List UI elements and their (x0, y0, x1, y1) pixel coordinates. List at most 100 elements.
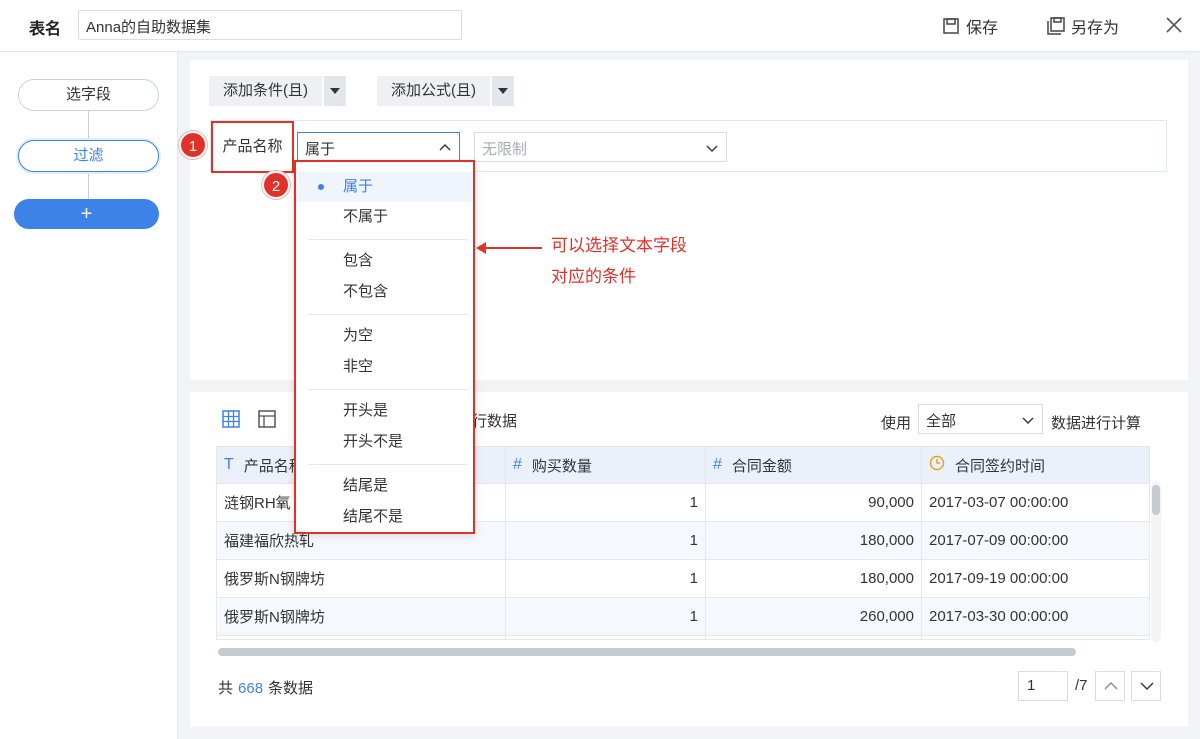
save-icon (942, 17, 960, 35)
total-count-value: 668 (238, 680, 264, 697)
save-as-button[interactable]: 另存为 (1047, 14, 1119, 38)
table-name-input[interactable]: Anna的自助数据集 (78, 10, 462, 40)
operator-select[interactable]: 属于 (297, 132, 460, 162)
table-cell: 俄罗斯N钢牌坊 (217, 598, 506, 635)
option-not-empty[interactable]: 非空 (296, 352, 473, 382)
table-cell (217, 636, 506, 639)
layout-view-icon[interactable] (258, 410, 276, 428)
option-not-belongs[interactable]: 不属于 (296, 202, 473, 232)
option-belongs[interactable]: 属于 (296, 172, 473, 202)
divider (308, 314, 468, 315)
value-select[interactable]: 无限制 (474, 132, 727, 162)
chevron-down-icon (1022, 413, 1034, 425)
text-type-icon: T (224, 456, 234, 473)
save-as-icon (1047, 17, 1065, 35)
annotation-badge-1: 1 (179, 131, 207, 159)
option-ends-with[interactable]: 结尾是 (296, 471, 473, 501)
chevron-down-icon (706, 141, 718, 153)
top-bar: 表名 Anna的自助数据集 保存 另存为 (0, 0, 1200, 52)
condition-field-name: 产品名称 (211, 121, 294, 173)
rows-text: 行数据 (472, 413, 518, 430)
table-row (217, 635, 1149, 639)
option-not-contains[interactable]: 不包含 (296, 277, 473, 307)
step-filter[interactable]: 过滤 (18, 140, 159, 172)
chevron-up-icon (1104, 682, 1118, 690)
step-select-fields[interactable]: 选字段 (18, 79, 159, 111)
save-button[interactable]: 保存 (942, 14, 998, 38)
save-label: 保存 (966, 20, 999, 37)
calc-label: 数据进行计算 (1051, 415, 1142, 432)
steps-sidebar: 选字段 过滤 + (0, 52, 178, 739)
table-cell: 90,000 (706, 484, 922, 521)
table-row: 俄罗斯N钢牌坊 1 180,000 2017-09-19 00:00:00 (217, 559, 1149, 597)
add-step-button[interactable]: + (14, 199, 159, 229)
add-condition-group: 添加条件(且) (209, 76, 346, 106)
use-select[interactable]: 全部 (918, 404, 1043, 434)
column-header-label: 合同金额 (731, 457, 792, 475)
table-cell: 2017-03-30 00:00:00 (929, 608, 1069, 625)
table-cell: 1 (506, 522, 706, 559)
clock-icon (929, 455, 945, 476)
scrollbar-thumb[interactable] (1152, 485, 1160, 515)
table-cell: 180,000 (706, 560, 922, 597)
page-up-button[interactable] (1095, 671, 1125, 701)
table-cell (506, 636, 706, 639)
total-prefix: 共 (218, 680, 234, 697)
column-header[interactable]: # 合同金额 (706, 447, 922, 483)
table-cell: 1 (506, 484, 706, 521)
use-label: 使用 (881, 415, 912, 432)
annotation-line-1: 可以选择文本字段 (551, 236, 687, 255)
table-cell: 2017-03-07 00:00:00 (929, 494, 1069, 511)
operator-value: 属于 (305, 141, 336, 158)
chevron-up-icon (439, 141, 451, 153)
column-header[interactable]: 合同签约时间 (922, 447, 1149, 483)
table-cell: 1 (506, 560, 706, 597)
option-contains[interactable]: 包含 (296, 246, 473, 276)
divider (308, 464, 468, 465)
number-type-icon: # (513, 456, 522, 473)
add-condition-button[interactable]: 添加条件(且) (209, 76, 322, 106)
total-count: 共 668 条数据 (218, 677, 313, 698)
option-empty[interactable]: 为空 (296, 321, 473, 351)
table-cell: 260,000 (706, 598, 922, 635)
annotation-text: 可以选择文本字段 对应的条件 (551, 230, 687, 292)
annotation-arrow (482, 247, 542, 249)
table-name-label: 表名 (29, 21, 62, 38)
option-not-starts-with[interactable]: 开头不是 (296, 427, 473, 457)
total-suffix: 条数据 (268, 680, 314, 697)
value-placeholder: 无限制 (482, 141, 528, 158)
table-cell (706, 636, 922, 639)
annotation-badge-2: 2 (262, 171, 290, 199)
divider (308, 389, 468, 390)
table-cell: 1 (506, 598, 706, 635)
page-number-input[interactable]: 1 (1018, 671, 1068, 701)
add-formula-caret-icon[interactable] (492, 76, 514, 106)
column-header-label: 购买数量 (531, 457, 592, 475)
annotation-line-2: 对应的条件 (551, 267, 636, 286)
option-not-ends-with[interactable]: 结尾不是 (296, 502, 473, 532)
column-header[interactable]: # 购买数量 (506, 447, 706, 483)
step-connector (88, 110, 89, 140)
vertical-scrollbar[interactable] (1151, 482, 1161, 642)
option-starts-with[interactable]: 开头是 (296, 396, 473, 426)
table-cell: 2017-07-09 00:00:00 (929, 532, 1069, 549)
use-select-value: 全部 (926, 413, 957, 430)
save-as-label: 另存为 (1071, 20, 1120, 37)
close-icon[interactable] (1163, 14, 1185, 36)
add-condition-caret-icon[interactable] (324, 76, 346, 106)
table-row: 俄罗斯N钢牌坊 1 260,000 2017-03-30 00:00:00 (217, 597, 1149, 635)
divider (308, 239, 468, 240)
number-type-icon: # (713, 456, 722, 473)
table-cell: 俄罗斯N钢牌坊 (217, 560, 506, 597)
chevron-down-icon (1140, 682, 1154, 690)
grid-view-icon[interactable] (222, 410, 240, 428)
horizontal-scrollbar[interactable] (218, 648, 1076, 656)
add-formula-group: 添加公式(且) (377, 76, 514, 106)
column-header-label: 合同签约时间 (955, 457, 1046, 475)
page-total: /7 (1075, 677, 1088, 694)
page-down-button[interactable] (1131, 671, 1161, 701)
operator-dropdown: 属于 不属于 包含 不包含 为空 非空 开头是 开头不是 结尾是 结尾不是 (294, 160, 475, 534)
table-cell: 2017-09-19 00:00:00 (929, 570, 1069, 587)
add-formula-button[interactable]: 添加公式(且) (377, 76, 490, 106)
table-cell: 180,000 (706, 522, 922, 559)
